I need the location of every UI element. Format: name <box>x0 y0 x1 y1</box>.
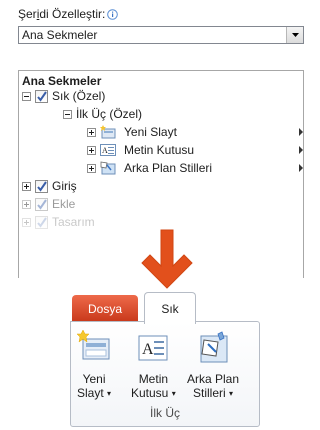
tree-item-command[interactable]: A Metin Kutusu <box>87 142 303 158</box>
label-line: Arka Plan <box>187 372 240 386</box>
expand-icon[interactable] <box>87 127 96 137</box>
checkmark-icon <box>37 198 47 210</box>
tab-sik[interactable]: Sık <box>144 292 196 324</box>
label-line: Kutusu <box>131 386 169 400</box>
dropdown-caret-icon[interactable]: ▾ <box>172 389 176 398</box>
svg-text:A: A <box>142 341 154 358</box>
new-slide-icon <box>77 330 110 360</box>
expand-icon[interactable] <box>87 145 96 155</box>
down-arrow-icon <box>141 229 193 289</box>
checkbox-sik[interactable] <box>35 89 48 103</box>
tree-item-label: İlk Üç (Özel) <box>76 107 142 121</box>
chevron-right-icon <box>299 128 303 136</box>
checkbox-ekle[interactable] <box>35 197 48 211</box>
collapse-icon[interactable] <box>22 91 31 101</box>
checkbox-giris[interactable] <box>35 179 48 193</box>
label-part: di Özelleştir: <box>39 7 106 21</box>
tree-header: Ana Sekmeler <box>22 74 102 88</box>
background-styles-icon <box>100 161 116 175</box>
label-line: Stilleri <box>193 386 226 400</box>
expand-icon[interactable] <box>22 181 31 191</box>
checkmark-icon <box>37 180 47 192</box>
tree-item-label: Giriş <box>52 179 77 193</box>
label-part: Şer <box>18 7 37 21</box>
dropdown-caret-icon[interactable]: ▾ <box>107 389 111 398</box>
ribbon-panel: Yeni Slayt ▾ A Metin Kutusu ▾ Arka Plan … <box>70 321 260 427</box>
tree-item-ekle[interactable]: Ekle <box>22 196 75 212</box>
tree-item-label: Yeni Slayt <box>124 125 177 139</box>
tree-item-label: Metin Kutusu <box>124 143 195 157</box>
tab-file[interactable]: Dosya <box>72 295 138 322</box>
text-box-icon: A <box>100 144 116 156</box>
tree-item-label: Sık (Özel) <box>52 89 106 103</box>
label-line: Slayt <box>77 386 104 400</box>
ribbon-group-label: İlk Üç <box>150 406 180 420</box>
background-styles-icon <box>200 331 228 363</box>
customize-ribbon-label: Şer i di Özelleştir: <box>18 6 119 22</box>
tree-item-sik[interactable]: Sık (Özel) <box>22 88 105 104</box>
info-icon[interactable] <box>107 8 119 20</box>
button-label: Metin Kutusu ▾ <box>131 372 176 401</box>
chevron-down-icon <box>291 33 299 37</box>
tree-item-ilkuc[interactable]: İlk Üç (Özel) <box>63 106 142 122</box>
new-slide-button[interactable]: Yeni Slayt ▾ <box>77 330 111 401</box>
tree-item-label: Arka Plan Stilleri <box>124 161 213 175</box>
chevron-right-icon <box>299 146 303 154</box>
chevron-right-icon <box>299 164 303 172</box>
dropdown-button[interactable] <box>286 27 303 43</box>
text-box-icon: A <box>138 335 168 361</box>
expand-icon[interactable] <box>22 199 31 209</box>
tree-item-command[interactable]: Arka Plan Stilleri <box>87 160 303 176</box>
label-line: Yeni <box>82 372 106 386</box>
label-line: Metin <box>138 372 169 386</box>
customize-ribbon-dropdown[interactable]: Ana Sekmeler <box>18 26 304 44</box>
expand-icon[interactable] <box>87 163 96 173</box>
background-styles-button[interactable]: Arka Plan Stilleri ▾ <box>187 330 239 401</box>
tree-item-giris[interactable]: Giriş <box>22 178 77 194</box>
tree-item-label: Ekle <box>52 197 76 211</box>
button-label: Arka Plan Stilleri ▾ <box>187 372 239 401</box>
dropdown-value: Ana Sekmeler <box>22 28 98 42</box>
text-box-button[interactable]: A Metin Kutusu ▾ <box>131 330 176 401</box>
dropdown-caret-icon[interactable]: ▾ <box>229 389 233 398</box>
button-label: Yeni Slayt ▾ <box>77 372 111 401</box>
checkmark-icon <box>37 90 47 102</box>
collapse-icon[interactable] <box>63 109 72 119</box>
tree-item-command[interactable]: Yeni Slayt <box>87 124 303 140</box>
svg-text:A: A <box>102 146 108 155</box>
new-slide-icon <box>100 125 116 139</box>
